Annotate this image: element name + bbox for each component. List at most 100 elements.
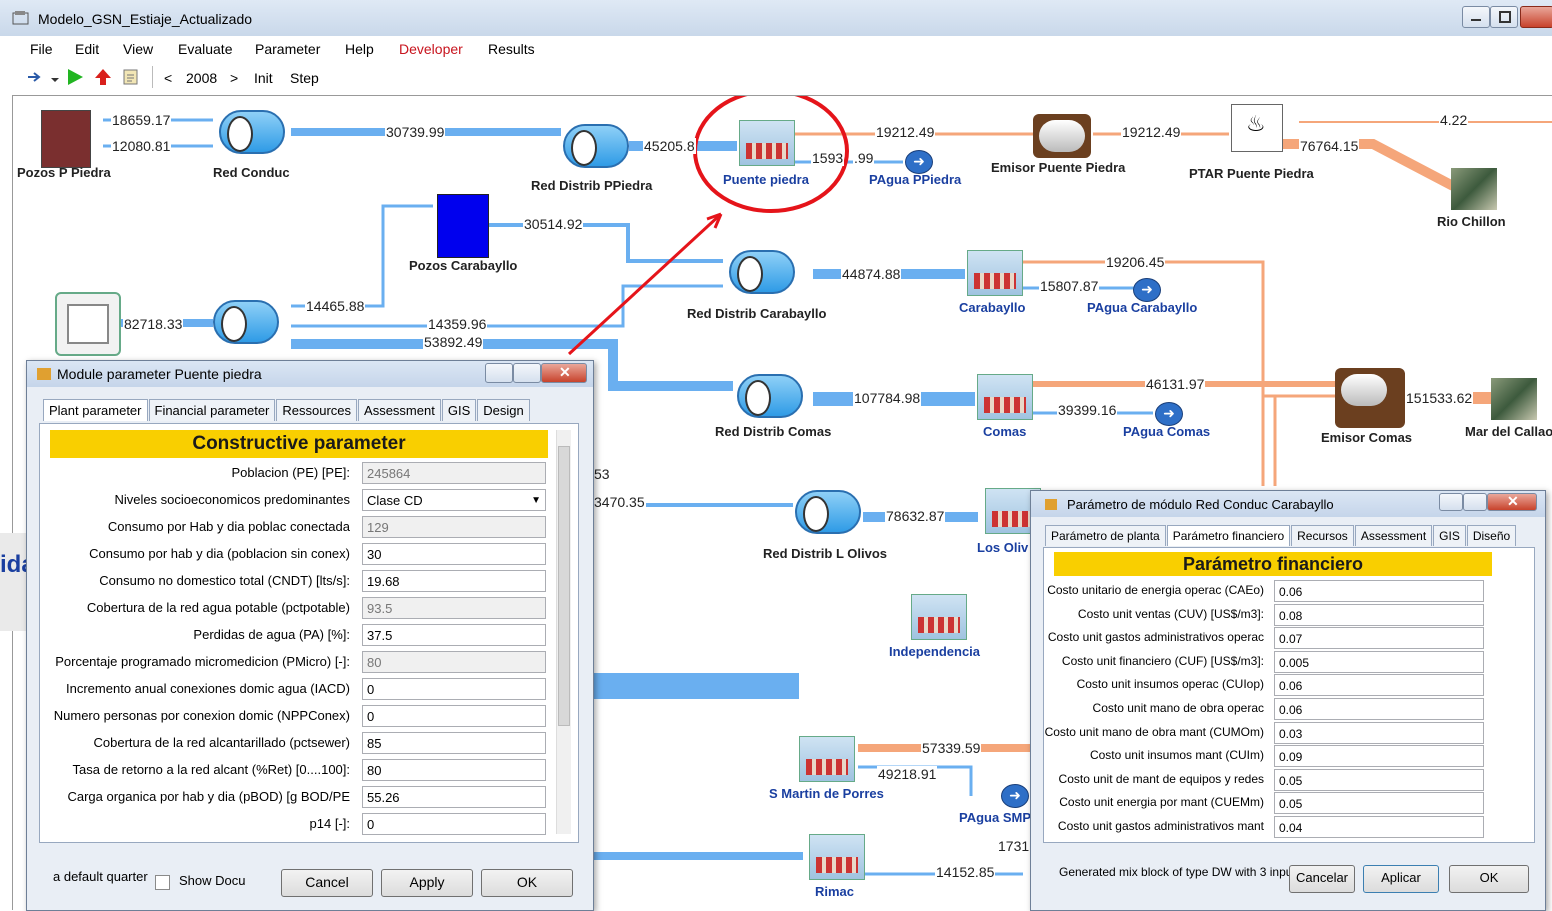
minimize-button[interactable] <box>1462 6 1490 28</box>
parameter-row: p14 [-]: 0 <box>40 811 578 837</box>
play-icon[interactable] <box>66 68 84 89</box>
s-martin-de-porres-node[interactable] <box>799 736 855 782</box>
parameter-input[interactable]: 93.5 <box>362 597 546 619</box>
tab-gis[interactable]: GIS <box>441 399 477 421</box>
intake-plant-node[interactable] <box>55 292 121 356</box>
ok-button[interactable]: OK <box>481 869 573 897</box>
export-icon[interactable] <box>122 68 140 89</box>
tab-parametro-planta[interactable]: Parámetro de planta <box>1045 525 1166 546</box>
parameter-label: Costo unit de mant de equipos y redes <box>1058 771 1264 786</box>
menu-edit[interactable]: Edit <box>75 41 99 57</box>
init-button[interactable]: Init <box>254 70 273 86</box>
pagua-carabayllo-node[interactable]: ➜ <box>1133 278 1161 302</box>
tab-diseno[interactable]: Diseño <box>1466 525 1517 546</box>
parameter-select[interactable]: Clase CD ▼ <box>362 489 546 511</box>
ptar-puente-piedra-node[interactable]: ♨ <box>1231 104 1283 152</box>
dialog-minimize-button[interactable] <box>1439 493 1463 511</box>
dialog-close-button[interactable]: ✕ <box>541 363 587 383</box>
parameter-input[interactable]: 0.06 <box>1274 698 1484 720</box>
chevron-down-icon[interactable] <box>50 72 60 87</box>
red-conduc-node[interactable] <box>219 110 285 154</box>
parameter-input[interactable]: 0.04 <box>1274 816 1484 838</box>
prev-year-button[interactable]: < <box>164 70 172 86</box>
apply-button[interactable]: Apply <box>381 869 473 897</box>
pozos-p-piedra-node[interactable] <box>41 110 91 168</box>
dialog-minimize-button[interactable] <box>485 363 513 383</box>
parameter-input[interactable]: 245864 <box>362 462 546 484</box>
parameter-input[interactable]: 0.005 <box>1274 650 1484 673</box>
tab-recursos[interactable]: Recursos <box>1291 525 1354 546</box>
mar-del-callao-node[interactable] <box>1491 378 1537 420</box>
tab-parametro-financiero[interactable]: Parámetro financiero <box>1166 525 1291 546</box>
emisor-comas-node[interactable] <box>1335 368 1405 428</box>
tab-ressources[interactable]: Ressources <box>276 399 358 421</box>
rimac-node[interactable] <box>809 834 865 880</box>
tab-gis[interactable]: GIS <box>1433 525 1466 546</box>
tab-financial-parameter[interactable]: Financial parameter <box>148 399 276 421</box>
parameter-value: 0.09 <box>1279 750 1303 765</box>
menu-evaluate[interactable]: Evaluate <box>178 41 232 57</box>
parameter-input[interactable]: 55.26 <box>362 786 546 808</box>
red-distrib-ppiedra-label: Red Distrib PPiedra <box>531 178 653 193</box>
menu-file[interactable]: File <box>30 41 53 57</box>
rio-chillon-node[interactable] <box>1451 168 1497 210</box>
parameter-input[interactable]: 0.06 <box>1274 580 1484 602</box>
parameter-input[interactable]: 0.07 <box>1274 627 1484 650</box>
dialog-close-button[interactable]: ✕ <box>1487 493 1537 511</box>
show-docu-checkbox[interactable] <box>155 875 170 890</box>
close-button[interactable] <box>1520 6 1552 28</box>
red-distrib-comas-node[interactable] <box>737 374 803 418</box>
parameter-input[interactable]: 0.08 <box>1274 603 1484 626</box>
menu-help[interactable]: Help <box>345 41 374 57</box>
parameter-input[interactable]: 0.06 <box>1274 674 1484 697</box>
menu-parameter[interactable]: Parameter <box>255 41 320 57</box>
parameter-input[interactable]: 85 <box>362 732 546 754</box>
menu-developer[interactable]: Developer <box>399 41 463 57</box>
arrow-tool-icon[interactable] <box>26 70 44 87</box>
menu-view[interactable]: View <box>123 41 153 57</box>
parameter-input[interactable]: 0 <box>362 813 546 835</box>
red-conduc-carabayllo-node[interactable] <box>213 300 279 344</box>
cancel-button[interactable]: Cancel <box>281 869 373 897</box>
maximize-button[interactable] <box>1490 6 1518 28</box>
tab-plant-parameter[interactable]: Plant parameter <box>43 399 148 421</box>
parameter-input[interactable]: 30 <box>362 543 546 565</box>
red-distrib-carabayllo-node[interactable] <box>729 250 795 294</box>
red-distrib-ppiedra-node[interactable] <box>563 124 629 168</box>
red-distrib-l-olivos-node[interactable] <box>795 490 861 534</box>
step-button[interactable]: Step <box>290 70 319 86</box>
apply-button[interactable]: Aplicar <box>1363 865 1439 893</box>
up-arrow-icon[interactable] <box>94 68 112 89</box>
tab-assessment[interactable]: Assessment <box>358 399 441 421</box>
menu-results[interactable]: Results <box>488 41 535 57</box>
parameter-input[interactable]: 0.05 <box>1274 792 1484 815</box>
puente-piedra-node[interactable] <box>739 120 795 166</box>
pagua-ppiedra-node[interactable]: ➜ <box>905 150 933 174</box>
ok-button[interactable]: OK <box>1449 865 1529 893</box>
parameter-label: Cobertura de la red agua potable (pctpot… <box>86 600 350 615</box>
dialog-maximize-button[interactable] <box>513 363 541 383</box>
pagua-smp-node[interactable]: ➜ <box>1001 784 1029 808</box>
parameter-input[interactable]: 0.09 <box>1274 745 1484 768</box>
comas-node[interactable] <box>977 374 1033 420</box>
parameter-input[interactable]: 0 <box>362 678 546 700</box>
parameter-input[interactable]: 80 <box>362 651 546 673</box>
parameter-input[interactable]: 37.5 <box>362 624 546 646</box>
parameter-input[interactable]: 19.68 <box>362 570 546 592</box>
parameter-input[interactable]: 0.05 <box>1274 768 1484 791</box>
pozos-carabayllo-node[interactable] <box>437 194 489 258</box>
emisor-puente-piedra-node[interactable] <box>1033 114 1091 158</box>
carabayllo-node[interactable] <box>967 250 1023 296</box>
parameter-input[interactable]: 129 <box>362 516 546 538</box>
parameter-input[interactable]: 0 <box>362 705 546 727</box>
parameter-input[interactable]: 80 <box>362 759 546 781</box>
dialog-maximize-button[interactable] <box>1463 493 1487 511</box>
tab-assessment[interactable]: Assessment <box>1354 525 1433 546</box>
parameter-input[interactable]: 0.03 <box>1274 721 1484 744</box>
parameter-value: 0.06 <box>1279 703 1303 717</box>
tab-design[interactable]: Design <box>477 399 530 421</box>
cancel-button[interactable]: Cancelar <box>1289 865 1355 893</box>
next-year-button[interactable]: > <box>230 70 238 86</box>
independencia-node[interactable] <box>911 594 967 640</box>
pagua-comas-node[interactable]: ➜ <box>1155 402 1183 426</box>
